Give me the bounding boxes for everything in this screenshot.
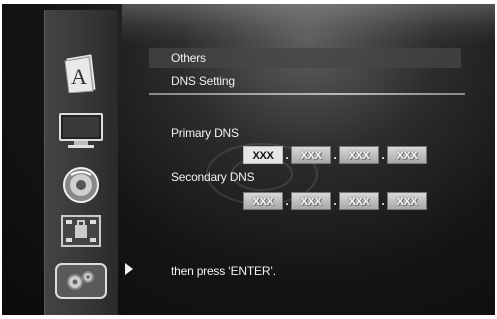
setup-panel: A Others DNS Setting Primary DNS XXX . X… — [2, 4, 495, 315]
setup-sidebar: A — [44, 10, 118, 315]
primary-dns-label: Primary DNS — [171, 126, 239, 140]
breadcrumb-others: Others — [149, 48, 461, 68]
secondary-dns-octet-2[interactable]: XXX — [291, 192, 331, 210]
selection-arrow-icon — [125, 263, 133, 275]
primary-dns-octet-2[interactable]: XXX — [291, 146, 331, 164]
svg-text:A: A — [71, 64, 87, 89]
header-divider — [149, 93, 465, 95]
display-icon[interactable] — [55, 108, 107, 154]
audio-icon[interactable] — [55, 162, 107, 208]
secondary-dns-octet-4[interactable]: XXX — [387, 192, 427, 210]
network-icon[interactable] — [55, 258, 107, 304]
parental-icon[interactable] — [55, 208, 107, 254]
screen-frame: A Others DNS Setting Primary DNS XXX . X… — [0, 0, 497, 319]
language-icon[interactable]: A — [55, 50, 107, 96]
octet-separator: . — [381, 194, 385, 208]
primary-dns-octet-3[interactable]: XXX — [339, 146, 379, 164]
octet-separator: . — [285, 194, 289, 208]
primary-dns-octet-1[interactable]: XXX — [243, 146, 283, 164]
secondary-dns-label: Secondary DNS — [171, 170, 255, 184]
secondary-dns-octet-3[interactable]: XXX — [339, 192, 379, 210]
secondary-dns-field: XXX . XXX . XXX . XXX — [243, 192, 427, 210]
octet-separator: . — [381, 148, 385, 162]
octet-separator: . — [333, 194, 337, 208]
primary-dns-field: XXX . XXX . XXX . XXX — [243, 146, 427, 164]
octet-separator: . — [333, 148, 337, 162]
primary-dns-octet-4[interactable]: XXX — [387, 146, 427, 164]
top-sheen — [122, 4, 495, 44]
dns-setting-content: Others DNS Setting Primary DNS XXX . XXX… — [149, 44, 465, 314]
octet-separator: . — [285, 148, 289, 162]
secondary-dns-octet-1[interactable]: XXX — [243, 192, 283, 210]
breadcrumb-dns-setting: DNS Setting — [171, 74, 235, 88]
instruction-text: then press ‘ENTER’. — [171, 264, 276, 278]
